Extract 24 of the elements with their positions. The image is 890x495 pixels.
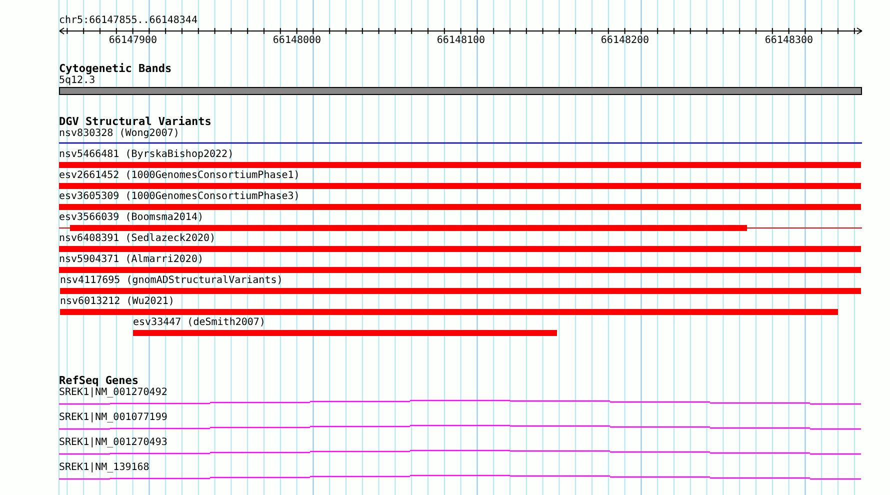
variant-label[interactable]: esv3566039 (Boomsma2014) [59,212,204,224]
gene-label[interactable]: SREK1|NM_001077199 [59,412,168,424]
tick-label: 66148300 [764,35,814,47]
variant-label[interactable]: esv33447 (deSmith2007) [133,317,266,329]
variant-label[interactable]: nsv830328 (Wong2007) [59,128,180,140]
tick-label: 66148000 [272,35,322,47]
variant-label[interactable]: nsv5904371 (Almarri2020) [59,254,204,266]
track-title: RefSeq Genes [59,374,138,387]
gene-label[interactable]: SREK1|NM_139168 [59,462,150,474]
tick-label: 66147900 [108,35,158,47]
gene-label[interactable]: SREK1|NM_001270493 [59,437,168,449]
tick-label: 66148100 [436,35,486,47]
track-title: DGV Structural Variants [59,115,212,128]
band-label: 5q12.3 [59,75,96,87]
variant-label[interactable]: esv3605309 (1000GenomesConsortiumPhase3) [59,191,300,203]
gene-label[interactable]: SREK1|NM_001270492 [59,387,168,399]
tick-label: 66148200 [600,35,650,47]
variant-label[interactable]: nsv5466481 (ByrskaBishop2022) [59,149,234,161]
region-title: chr5:66147855..66148344 [59,15,198,27]
variant-label[interactable]: nsv6408391 (Sedlazeck2020) [59,233,216,245]
variant-label[interactable]: nsv6013212 (Wu2021) [60,296,174,308]
variant-label[interactable]: esv2661452 (1000GenomesConsortiumPhase1) [59,170,300,182]
track-title: Cytogenetic Bands [59,62,172,75]
variant-label[interactable]: nsv4117695 (gnomADStructuralVariants) [60,275,283,287]
